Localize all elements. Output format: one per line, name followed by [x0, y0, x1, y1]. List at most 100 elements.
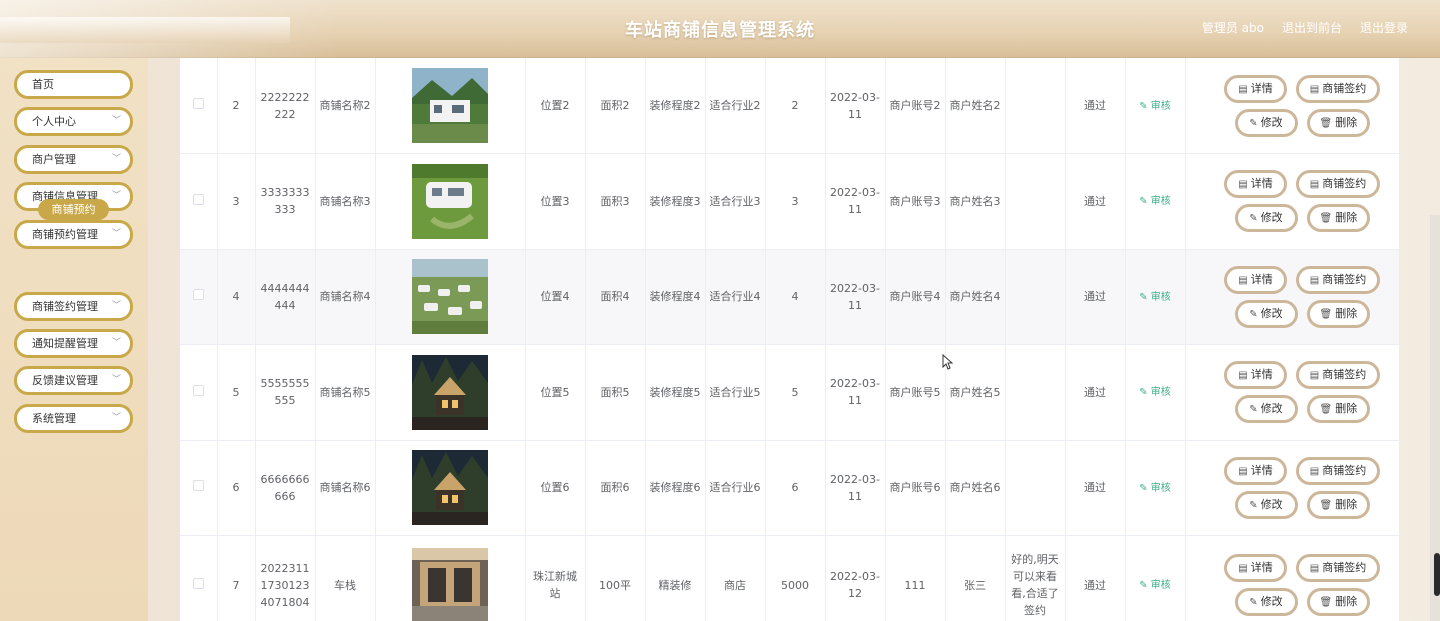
cell-status: 通过 [1065, 58, 1126, 154]
sidebar-item-1[interactable]: 个人中心 ﹀ [14, 107, 133, 136]
delete-button[interactable]: 🗑 删除 [1306, 204, 1370, 233]
cell-reply [1005, 153, 1066, 250]
delete-button[interactable]: 🗑 删除 [1306, 395, 1370, 424]
detail-label: 详情 [1250, 369, 1273, 382]
shop-photo [412, 163, 488, 239]
delete-button[interactable]: 🗑 删除 [1306, 588, 1370, 616]
cell-location: 位置5 [525, 344, 586, 441]
top-header: 车站商铺信息管理系统 管理员 abo 退出到前台 退出登录 [0, 0, 1440, 58]
audit-link[interactable]: ✎ 审核 [1139, 387, 1171, 398]
pencil-icon: ✎ [1139, 196, 1151, 208]
shop-image-cell [375, 153, 526, 250]
cell-name: 商铺名称5 [315, 344, 376, 441]
row-checkbox[interactable] [192, 98, 204, 109]
audit-link[interactable]: ✎ 审核 [1139, 196, 1171, 207]
sidebar-item-0[interactable]: 首页 [14, 70, 133, 99]
chevron-down-icon: ﹀ [111, 154, 121, 164]
sidebar-item-8[interactable]: 系统管理 ﹀ [14, 404, 133, 433]
pencil-icon: ✎ [1249, 597, 1258, 608]
edit-label: 修改 [1260, 498, 1283, 511]
edit-button[interactable]: ✎ 修改 [1234, 108, 1298, 137]
sidebar-item-7[interactable]: 反馈建议管理 ﹀ [14, 366, 133, 395]
cell-decor: 精装修 [645, 535, 706, 621]
delete-label: 删除 [1335, 116, 1358, 129]
sign-button[interactable]: ▤ 商铺签约 [1296, 361, 1380, 390]
delete-button[interactable]: 🗑 删除 [1306, 490, 1370, 519]
document-icon: ▤ [1309, 563, 1320, 574]
audit-link[interactable]: ✎ 审核 [1139, 101, 1171, 112]
sign-label: 商铺签约 [1322, 273, 1367, 286]
cell-reply [1005, 344, 1066, 441]
cell-reply [1005, 58, 1066, 154]
shop-table: 2 2222222222 商铺名称2 位置2 面积2 装修程度2 适合行业2 2 2022-03… [180, 58, 1399, 621]
shop-image-cell [375, 344, 526, 441]
audit-label: 审核 [1150, 387, 1171, 399]
cell-area: 面积3 [585, 153, 646, 250]
pencil-icon: ✎ [1139, 580, 1151, 591]
cell-decor: 装修程度4 [645, 249, 706, 345]
delete-button[interactable]: 🗑 删除 [1306, 108, 1370, 137]
sign-button[interactable]: ▤ 商铺签约 [1296, 554, 1380, 582]
document-icon: ▤ [1238, 83, 1248, 95]
admin-label: 管理员 abo [1201, 21, 1264, 35]
logout-link[interactable]: 退出登录 [1360, 19, 1408, 36]
detail-button[interactable]: ▤ 详情 [1224, 554, 1287, 582]
row-actions: ▤ 详情 ▤ 商铺签约 ✎ 修改 🗑 删除 [1190, 361, 1400, 424]
back-to-front-link[interactable]: 退出到前台 [1282, 19, 1342, 36]
row-checkbox[interactable] [192, 480, 204, 492]
sidebar-item-5[interactable]: 商铺签约管理 ﹀ [14, 292, 133, 321]
cell-owner: 商户姓名3 [945, 153, 1006, 250]
audit-link[interactable]: ✎ 审核 [1139, 580, 1171, 591]
cell-account: 商户账号6 [885, 440, 946, 536]
edit-button[interactable]: ✎ 修改 [1234, 490, 1298, 519]
row-checkbox[interactable] [192, 577, 204, 589]
sign-label: 商铺签约 [1322, 178, 1367, 191]
audit-label: 审核 [1150, 580, 1171, 591]
shop-photo [412, 450, 488, 526]
sidebar-item-label: 首页 [32, 78, 54, 91]
cell-status: 通过 [1065, 153, 1126, 250]
page-scrollbar-thumb[interactable] [1434, 553, 1440, 596]
document-icon: ▤ [1309, 274, 1320, 286]
cell-owner: 商户姓名5 [945, 344, 1006, 441]
document-icon: ▤ [1238, 370, 1248, 382]
sidebar-item-6[interactable]: 通知提醒管理 ﹀ [14, 329, 133, 358]
detail-button[interactable]: ▤ 详情 [1224, 265, 1287, 294]
sign-button[interactable]: ▤ 商铺签约 [1296, 74, 1380, 103]
edit-button[interactable]: ✎ 修改 [1234, 299, 1298, 328]
cell-decor: 装修程度5 [645, 344, 706, 441]
detail-button[interactable]: ▤ 详情 [1224, 74, 1287, 103]
delete-button[interactable]: 🗑 删除 [1306, 299, 1370, 328]
submenu-item-shop-booking[interactable]: 商铺预约 [38, 199, 109, 220]
detail-button[interactable]: ▤ 详情 [1224, 456, 1287, 485]
cell-index: 4 [217, 249, 256, 345]
sidebar-item-4[interactable]: 商铺预约管理 ﹀ [14, 220, 133, 249]
edit-button[interactable]: ✎ 修改 [1234, 204, 1298, 233]
audit-link[interactable]: ✎ 审核 [1139, 292, 1171, 303]
cell-location: 位置6 [525, 440, 586, 536]
cell-location: 位置4 [525, 249, 586, 345]
audit-label: 审核 [1150, 100, 1171, 112]
shop-photo [412, 354, 488, 430]
row-checkbox[interactable] [192, 384, 204, 396]
sign-button[interactable]: ▤ 商铺签约 [1296, 265, 1380, 294]
edit-label: 修改 [1260, 116, 1283, 129]
cell-industry: 适合行业5 [705, 344, 766, 441]
row-checkbox[interactable] [192, 193, 204, 205]
row-checkbox[interactable] [192, 289, 204, 301]
sidebar-item-2[interactable]: 商户管理 ﹀ [14, 145, 133, 174]
cell-index: 7 [217, 535, 256, 621]
sign-button[interactable]: ▤ 商铺签约 [1296, 456, 1380, 485]
row-actions: ▤ 详情 ▤ 商铺签约 ✎ 修改 🗑 删除 [1190, 170, 1400, 233]
edit-button[interactable]: ✎ 修改 [1234, 588, 1298, 616]
edit-button[interactable]: ✎ 修改 [1234, 395, 1298, 424]
document-icon: ▤ [1309, 179, 1320, 191]
audit-link[interactable]: ✎ 审核 [1139, 483, 1171, 494]
sign-button[interactable]: ▤ 商铺签约 [1296, 170, 1380, 199]
pencil-icon: ✎ [1139, 482, 1151, 494]
row-actions: ▤ 详情 ▤ 商铺签约 ✎ 修改 🗑 删除 [1190, 74, 1400, 137]
detail-button[interactable]: ▤ 详情 [1224, 170, 1287, 199]
cell-status: 通过 [1065, 249, 1126, 345]
cell-decor: 装修程度3 [645, 153, 706, 250]
detail-button[interactable]: ▤ 详情 [1224, 361, 1287, 390]
